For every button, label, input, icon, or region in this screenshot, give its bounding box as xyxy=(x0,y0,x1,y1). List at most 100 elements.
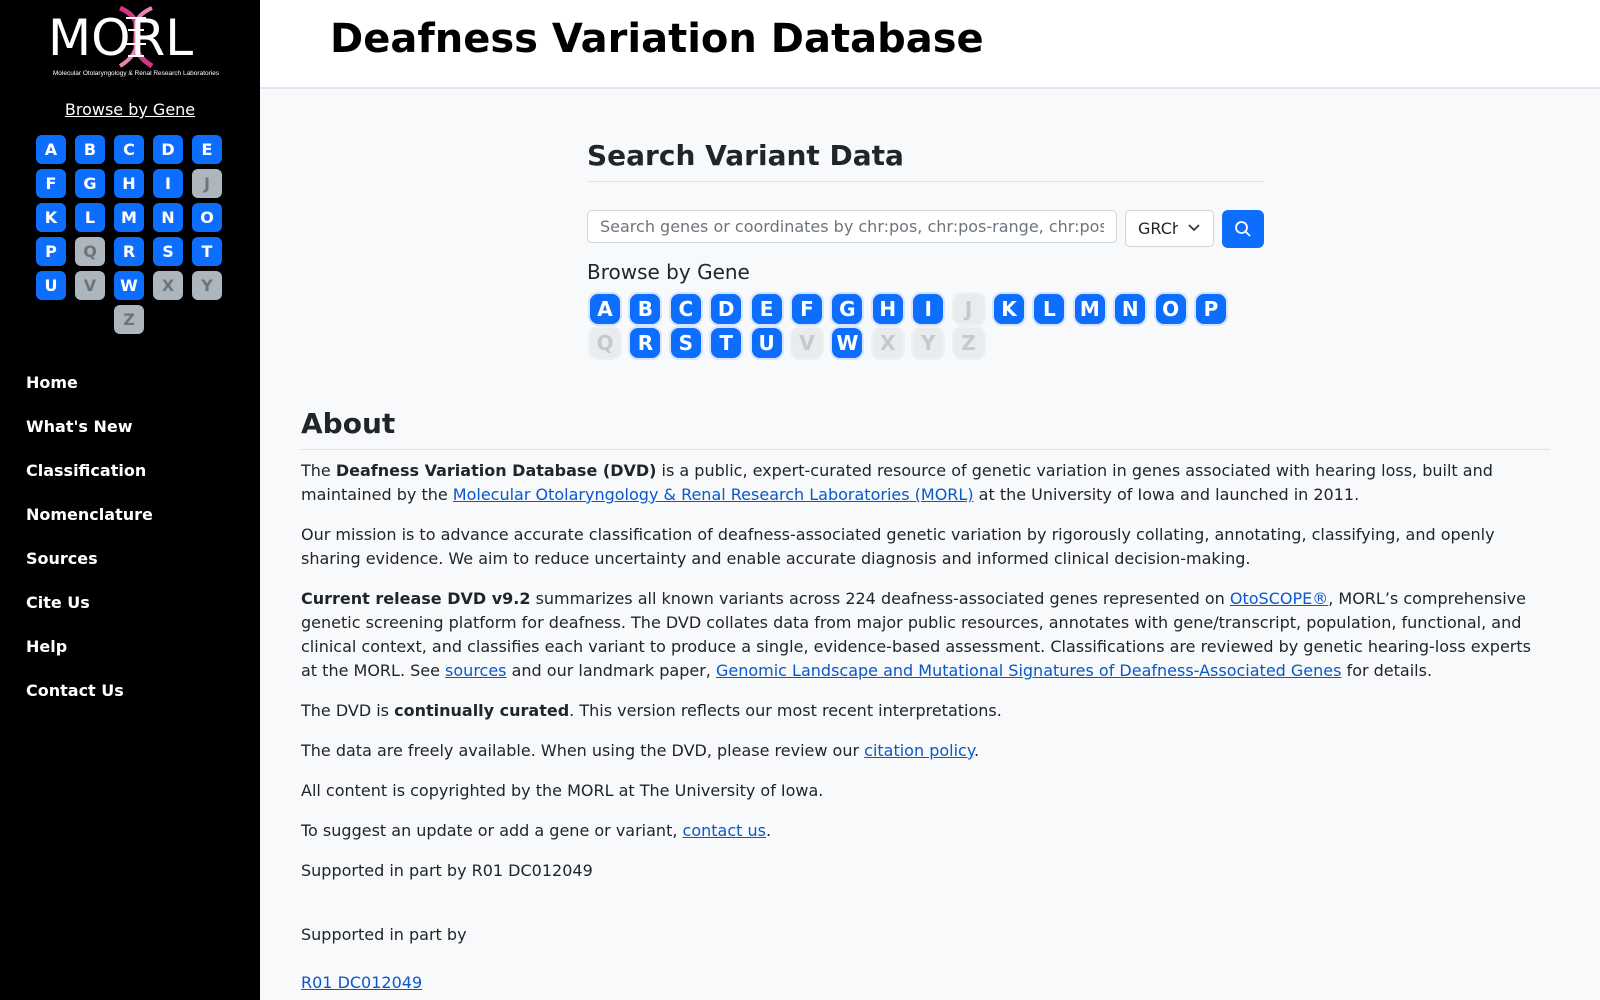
gene-letter-l[interactable]: L xyxy=(1034,294,1065,324)
about-paragraph-support-2: Supported in part by xyxy=(301,925,467,944)
otoscope-link[interactable]: OtoSCOPE® xyxy=(1230,589,1328,608)
sidebar-letter-t[interactable]: T xyxy=(192,237,222,266)
gene-letter-a[interactable]: A xyxy=(590,294,620,324)
gene-letter-w[interactable]: W xyxy=(832,328,863,358)
gene-letter-e[interactable]: E xyxy=(751,294,782,324)
gene-letter-c[interactable]: C xyxy=(670,294,701,324)
text: To suggest an update or add a gene or va… xyxy=(301,821,683,840)
search-button[interactable] xyxy=(1222,210,1264,248)
grant-link[interactable]: R01 DC012049 xyxy=(301,973,422,992)
sidebar-letter-r[interactable]: R xyxy=(114,237,144,266)
gene-letter-u[interactable]: U xyxy=(751,328,782,358)
sidebar-letter-w[interactable]: W xyxy=(114,271,144,300)
about-paragraph-availability: The data are freely available. When usin… xyxy=(301,739,1550,763)
sidebar-letter-p[interactable]: P xyxy=(36,237,66,266)
gene-letter-j: J xyxy=(953,294,984,324)
page-header: Deafness Variation Database xyxy=(260,0,1600,89)
nav-item-contact-us[interactable]: Contact Us xyxy=(26,678,153,722)
nav-item-sources[interactable]: Sources xyxy=(26,546,153,590)
about-paragraph-curation: The DVD is continually curated. This ver… xyxy=(301,699,1550,723)
sidebar-letter-u[interactable]: U xyxy=(36,271,66,300)
gene-letter-h[interactable]: H xyxy=(872,294,903,324)
sidebar-letter-y: Y xyxy=(192,271,222,300)
gene-letter-y: Y xyxy=(913,328,944,358)
sidebar: MORL Molecular Otolaryngology & Renal Re… xyxy=(0,0,260,1000)
release-label: Current release DVD v9.2 xyxy=(301,589,531,608)
browse-by-gene-label: Browse by Gene xyxy=(587,260,750,284)
sidebar-letter-x: X xyxy=(153,271,183,300)
curation-emphasis: continually curated xyxy=(394,701,570,720)
sidebar-letter-f[interactable]: F xyxy=(36,169,66,198)
sidebar-letter-g[interactable]: G xyxy=(75,169,105,198)
about-paragraph-support: Supported in part by R01 DC012049 xyxy=(301,861,593,880)
about-paragraph-intro: The Deafness Variation Database (DVD) is… xyxy=(301,459,1550,507)
gene-letter-s[interactable]: S xyxy=(670,328,701,358)
morl-link[interactable]: Molecular Otolaryngology & Renal Researc… xyxy=(453,485,974,504)
sidebar-letter-a[interactable]: A xyxy=(36,135,66,164)
contact-us-link[interactable]: contact us xyxy=(683,821,766,840)
gene-letter-g[interactable]: G xyxy=(832,294,863,324)
logo-text: MORL xyxy=(48,9,194,67)
about-paragraph-copyright: All content is copyrighted by the MORL a… xyxy=(301,781,824,800)
sidebar-letter-s[interactable]: S xyxy=(153,237,183,266)
gene-letter-f[interactable]: F xyxy=(792,294,822,324)
gene-letter-z: Z xyxy=(953,328,984,358)
sidebar-letter-h[interactable]: H xyxy=(114,169,144,198)
chevron-down-icon xyxy=(1187,211,1201,246)
sidebar-letter-b[interactable]: B xyxy=(75,135,105,164)
gene-letter-p[interactable]: P xyxy=(1196,294,1226,324)
text: The data are freely available. When usin… xyxy=(301,741,865,760)
text: The xyxy=(301,461,336,480)
about-section: About The Deafness Variation Database (D… xyxy=(301,402,1550,995)
sidebar-letter-z: Z xyxy=(114,305,144,334)
about-paragraph-contact: To suggest an update or add a gene or va… xyxy=(301,819,1550,843)
search-icon xyxy=(1235,221,1251,237)
sidebar-letter-m[interactable]: M xyxy=(114,203,144,232)
sources-link[interactable]: sources xyxy=(445,661,506,680)
sidebar-nav: Home What's New Classification Nomenclature… xyxy=(26,370,153,722)
gene-letter-b[interactable]: B xyxy=(630,294,661,324)
nav-item-cite-us[interactable]: Cite Us xyxy=(26,590,153,634)
nav-item-classification[interactable]: Classification xyxy=(26,458,153,502)
genome-build-select[interactable]: GRCh38 xyxy=(1125,210,1214,247)
search-input[interactable] xyxy=(587,210,1117,243)
nav-item-home[interactable]: Home xyxy=(26,370,153,414)
nav-item-help[interactable]: Help xyxy=(26,634,153,678)
nav-item-what-s-new[interactable]: What's New xyxy=(26,414,153,458)
sidebar-letter-d[interactable]: D xyxy=(153,135,183,164)
logo-subtitle: Molecular Otolaryngology & Renal Researc… xyxy=(52,70,220,77)
sidebar-letter-e[interactable]: E xyxy=(192,135,222,164)
gene-letter-n[interactable]: N xyxy=(1115,294,1146,324)
landmark-paper-link[interactable]: Genomic Landscape and Mutational Signatu… xyxy=(716,661,1342,680)
genome-build-value: GRCh38 xyxy=(1138,219,1178,238)
text: and our landmark paper, xyxy=(506,661,716,680)
sidebar-letter-n[interactable]: N xyxy=(153,203,183,232)
search-panel: Search Variant Data GRCh38 Browse by Gen… xyxy=(587,134,1264,358)
gene-letter-o[interactable]: O xyxy=(1155,294,1186,324)
search-row: GRCh38 xyxy=(587,208,1264,248)
gene-letter-k[interactable]: K xyxy=(994,294,1024,324)
sidebar-letter-i[interactable]: I xyxy=(153,169,183,198)
citation-policy-link[interactable]: citation policy xyxy=(864,741,974,760)
gene-letter-r[interactable]: R xyxy=(630,328,661,358)
gene-letter-x: X xyxy=(872,328,903,358)
dvd-name: Deafness Variation Database (DVD) xyxy=(335,461,657,480)
sidebar-letter-l[interactable]: L xyxy=(75,203,105,232)
text: . xyxy=(974,741,980,760)
about-paragraph-mission: Our mission is to advance accurate class… xyxy=(301,525,1495,568)
morl-logo[interactable]: MORL Molecular Otolaryngology & Renal Re… xyxy=(48,4,224,84)
gene-letter-d[interactable]: D xyxy=(711,294,742,324)
gene-letter-m[interactable]: M xyxy=(1074,294,1105,324)
sidebar-browse-by-gene-link[interactable]: Browse by Gene xyxy=(0,100,260,119)
search-title: Search Variant Data xyxy=(587,134,1264,182)
gene-letter-t[interactable]: T xyxy=(711,328,742,358)
nav-item-nomenclature[interactable]: Nomenclature xyxy=(26,502,153,546)
sidebar-letter-c[interactable]: C xyxy=(114,135,144,164)
page-title: Deafness Variation Database xyxy=(330,16,984,62)
sidebar-letter-j: J xyxy=(192,169,222,198)
sidebar-letter-k[interactable]: K xyxy=(36,203,66,232)
gene-letter-i[interactable]: I xyxy=(913,294,944,324)
sidebar-letter-q: Q xyxy=(75,237,105,266)
sidebar-letter-o[interactable]: O xyxy=(192,203,222,232)
gene-letter-v: V xyxy=(792,328,822,358)
